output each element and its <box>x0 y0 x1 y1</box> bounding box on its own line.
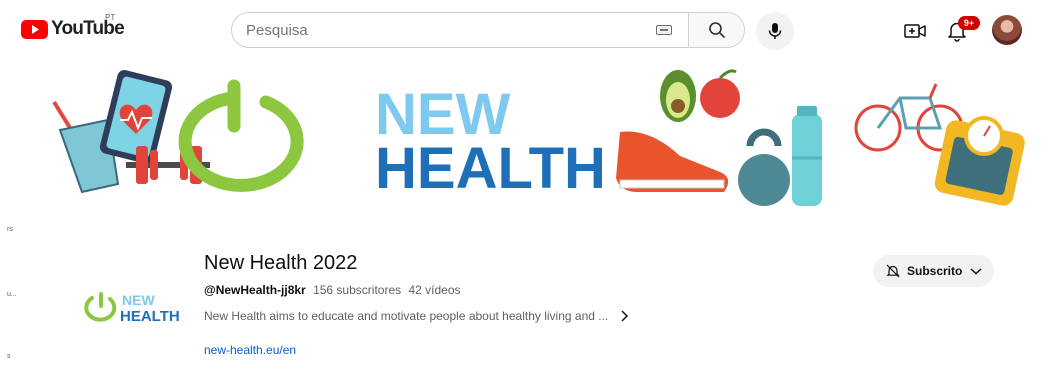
video-add-icon <box>904 24 926 38</box>
search-input[interactable] <box>232 13 656 47</box>
bell-off-icon <box>886 264 900 278</box>
search-bar <box>231 12 745 48</box>
video-count: 42 vídeos <box>408 283 461 297</box>
voice-search-button[interactable] <box>756 12 794 50</box>
notification-badge: 9+ <box>958 16 980 30</box>
kettlebell-icon <box>738 128 790 206</box>
account-avatar[interactable] <box>992 15 1022 45</box>
channel-name: New Health 2022 <box>204 252 358 274</box>
channel-logo-health: HEALTH <box>120 308 180 325</box>
banner-title-health: HEALTH <box>375 136 606 201</box>
channel-logo: NEW HEALTH <box>84 292 180 325</box>
channel-link[interactable]: new-health.eu/en <box>204 343 296 357</box>
sidebar-fragment: rs <box>7 226 13 233</box>
search-icon <box>708 22 725 38</box>
channel-description[interactable]: New Health aims to educate and motivate … <box>204 309 629 323</box>
channel-meta: @NewHealth-jj8kr 156 subscritores 42 víd… <box>204 283 461 297</box>
subscriber-count: 156 subscritores <box>313 283 402 297</box>
subscribe-button[interactable]: Subscrito <box>873 255 994 287</box>
description-text: New Health aims to educate and motivate … <box>204 309 609 323</box>
region-code: PT <box>105 13 116 22</box>
fruit-icon <box>660 69 740 122</box>
youtube-logo[interactable]: YouTube PT <box>21 13 125 40</box>
chevron-right-icon <box>621 310 629 322</box>
sidebar-fragment: u... <box>7 291 17 298</box>
sidebar-fragment: s <box>7 353 11 360</box>
youtube-play-icon <box>21 19 48 39</box>
water-bottle-icon <box>792 106 822 206</box>
create-video-button[interactable] <box>903 19 927 43</box>
channel-logo-new: NEW <box>122 292 155 308</box>
channel-handle: @NewHealth-jj8kr <box>204 283 306 297</box>
chevron-down-icon <box>970 268 982 275</box>
channel-banner: NEW HEALTH <box>52 69 1025 206</box>
new-health-logo-icon <box>178 79 304 192</box>
keyboard-icon[interactable] <box>656 25 672 35</box>
subscribe-label: Subscrito <box>907 264 963 278</box>
search-button[interactable] <box>688 13 744 47</box>
microphone-icon <box>768 23 782 39</box>
sneaker-icon <box>616 131 729 192</box>
masthead: YouTube PT 9+ <box>0 0 1048 58</box>
scale-icon <box>934 116 1025 206</box>
